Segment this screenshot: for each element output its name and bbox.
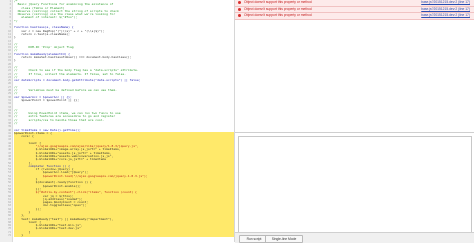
error-source-link[interactable]: base.js?20151215.dev:2 (line 17)	[421, 7, 470, 13]
error-source-link[interactable]: base.js?20151215.dev:2 (line 17)	[421, 0, 470, 6]
line-number: 72	[8, 234, 11, 238]
console-divider[interactable]	[235, 132, 474, 133]
error-icon	[238, 14, 241, 18]
code-lines[interactable]: 1/* 2 Basic jQuery Functions for examinin…	[8, 0, 234, 238]
console-error-row: Object doesn't support this property or …	[235, 6, 474, 14]
console-toolbar: Run script Single-line Mode	[235, 232, 474, 243]
error-message: Object doesn't support this property or …	[244, 13, 312, 18]
code-editor[interactable]: 1/* 2 Basic jQuery Functions for examinin…	[0, 0, 235, 242]
console-panel: Object doesn't support this property or …	[235, 0, 474, 243]
error-source-link[interactable]: base.js?20151215.dev:2 (line 17)	[421, 13, 470, 19]
error-icon	[238, 7, 241, 11]
console-error-row: Object doesn't support this property or …	[235, 13, 474, 20]
console-error-row: Object doesn't support this property or …	[235, 0, 474, 7]
error-icon	[238, 1, 241, 5]
code-line[interactable]: 72 }	[8, 233, 234, 238]
console-log: Object doesn't support this property or …	[235, 0, 474, 132]
error-message: Object doesn't support this property or …	[244, 0, 312, 4]
code-text: }	[14, 233, 24, 238]
error-message: Object doesn't support this property or …	[244, 6, 312, 11]
console-input[interactable]	[238, 136, 472, 234]
